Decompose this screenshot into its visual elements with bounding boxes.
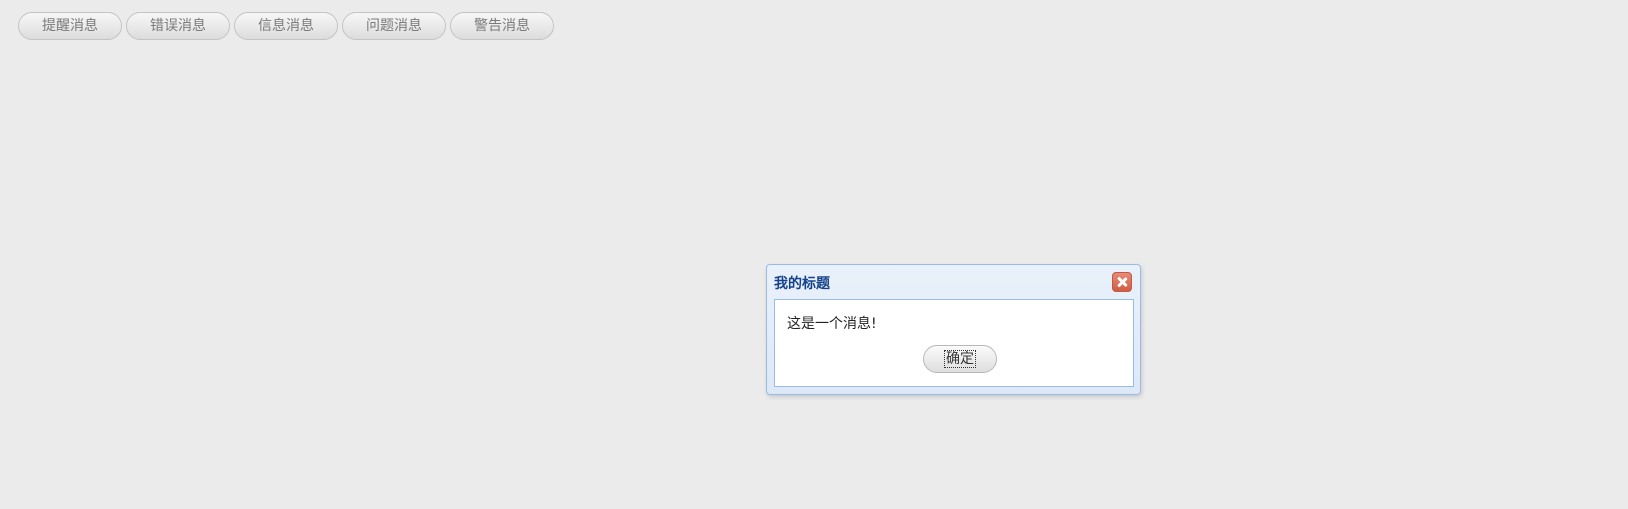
- dialog-header[interactable]: 我的标题: [767, 265, 1140, 299]
- ok-button[interactable]: 确定: [923, 345, 997, 373]
- dialog-body: 这是一个消息! 确定: [774, 299, 1134, 387]
- error-message-button[interactable]: 错误消息: [126, 12, 230, 40]
- info-message-button[interactable]: 信息消息: [234, 12, 338, 40]
- message-dialog: 我的标题 这是一个消息! 确定: [766, 264, 1141, 395]
- reminder-message-button[interactable]: 提醒消息: [18, 12, 122, 40]
- ok-button-label: 确定: [944, 350, 976, 368]
- question-message-button[interactable]: 问题消息: [342, 12, 446, 40]
- close-icon[interactable]: [1112, 272, 1132, 292]
- dialog-message: 这是一个消息!: [787, 316, 877, 332]
- message-toolbar: 提醒消息 错误消息 信息消息 问题消息 警告消息: [18, 12, 554, 40]
- warning-message-button[interactable]: 警告消息: [450, 12, 554, 40]
- dialog-title: 我的标题: [774, 276, 830, 292]
